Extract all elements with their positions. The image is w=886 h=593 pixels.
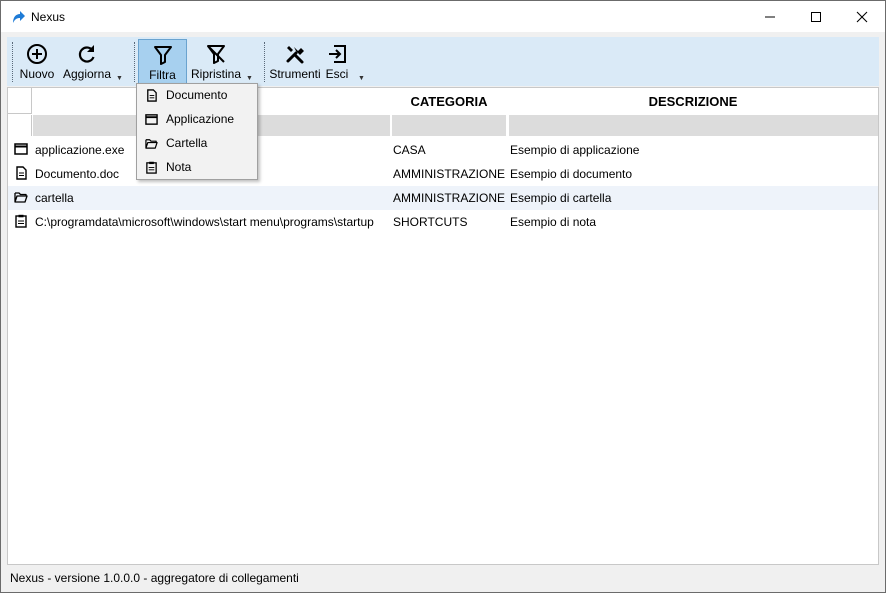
reset-dropdown-arrow[interactable]: ▼ xyxy=(246,75,253,82)
note-icon xyxy=(146,161,157,174)
refresh-icon xyxy=(78,45,95,63)
cell-description: Esempio di applicazione xyxy=(510,143,640,157)
document-icon xyxy=(16,166,27,180)
column-header-category[interactable]: CATEGORIA xyxy=(391,88,507,114)
status-text: Nexus - versione 1.0.0.0 - aggregatore d… xyxy=(10,571,299,585)
filter-label: Filtra xyxy=(149,68,176,82)
table-row[interactable]: C:\programdata\microsoft\windows\start m… xyxy=(8,210,878,234)
toolbar-overflow-arrow[interactable]: ▼ xyxy=(358,75,365,82)
menu-item-document[interactable]: Documento xyxy=(137,84,257,108)
reset-filter-button[interactable]: Ripristina xyxy=(189,39,243,83)
cell-category: AMMINISTRAZIONE xyxy=(393,191,506,205)
cell-category: AMMINISTRAZIONE xyxy=(393,167,506,181)
filter-cell-category[interactable] xyxy=(392,115,506,136)
cell-name: C:\programdata\microsoft\windows\start m… xyxy=(35,215,374,229)
menu-item-label: Cartella xyxy=(166,136,208,150)
clear-filter-icon xyxy=(207,45,225,64)
menu-item-label: Documento xyxy=(166,88,228,102)
cell-name: applicazione.exe xyxy=(35,143,125,157)
filter-dropdown-menu: Documento Applicazione Cartella Nota xyxy=(136,83,258,180)
cell-category: SHORTCUTS xyxy=(393,215,468,229)
cell-category: CASA xyxy=(393,143,426,157)
app-logo-icon xyxy=(13,11,25,23)
cell-description: Esempio di cartella xyxy=(510,191,612,205)
table-row[interactable]: cartella AMMINISTRAZIONE Esempio di cart… xyxy=(8,186,878,210)
note-icon xyxy=(15,214,27,228)
filter-cell-description[interactable] xyxy=(509,115,878,136)
minimize-button[interactable] xyxy=(747,1,793,32)
new-label: Nuovo xyxy=(19,67,55,81)
cell-name: cartella xyxy=(35,191,74,205)
folder-icon xyxy=(145,139,158,149)
plus-circle-icon xyxy=(27,44,47,64)
tools-icon xyxy=(286,46,304,64)
filter-icon xyxy=(153,46,172,65)
window-title: Nexus xyxy=(31,10,66,24)
folder-icon xyxy=(14,192,28,203)
exit-icon xyxy=(329,45,346,63)
toolbar-separator xyxy=(134,42,135,82)
grid-corner-header[interactable] xyxy=(8,88,32,114)
exit-label: Esci xyxy=(325,67,349,81)
exit-button[interactable]: Esci xyxy=(324,39,350,83)
toolbar: Nuovo Aggiorna ▼ Filtra Ripristina ▼ Str… xyxy=(7,37,879,86)
tools-button[interactable]: Strumenti xyxy=(268,39,322,83)
menu-item-note[interactable]: Nota xyxy=(137,156,257,180)
close-button[interactable] xyxy=(839,1,885,32)
filter-button[interactable]: Filtra xyxy=(138,39,187,85)
toolbar-separator xyxy=(12,42,13,82)
tools-label: Strumenti xyxy=(269,67,321,81)
column-header-description[interactable]: DESCRIZIONE xyxy=(508,88,878,114)
document-icon xyxy=(147,89,157,102)
cell-name: Documento.doc xyxy=(35,167,120,181)
toolbar-separator xyxy=(264,42,265,82)
menu-item-label: Applicazione xyxy=(166,112,235,126)
new-button[interactable]: Nuovo xyxy=(17,39,57,83)
refresh-label: Aggiorna xyxy=(62,67,112,81)
maximize-icon xyxy=(811,12,821,22)
menu-item-label: Nota xyxy=(166,160,192,174)
cell-description: Esempio di nota xyxy=(510,215,597,229)
minimize-icon xyxy=(765,16,775,18)
close-icon xyxy=(856,11,868,23)
menu-item-application[interactable]: Applicazione xyxy=(137,108,257,132)
maximize-button[interactable] xyxy=(793,1,839,32)
refresh-button[interactable]: Aggiorna xyxy=(59,39,115,83)
status-bar: Nexus - versione 1.0.0.0 - aggregatore d… xyxy=(7,567,879,589)
refresh-dropdown-arrow[interactable]: ▼ xyxy=(116,75,123,82)
title-bar: Nexus xyxy=(1,1,885,32)
menu-item-folder[interactable]: Cartella xyxy=(137,132,257,156)
reset-label: Ripristina xyxy=(190,67,241,81)
cell-description: Esempio di documento xyxy=(510,167,633,181)
app-window: Nexus Nuovo Aggiorna ▼ Filtra Ripristina… xyxy=(0,0,886,593)
application-icon xyxy=(14,143,28,155)
filter-row-header xyxy=(8,115,32,136)
application-icon xyxy=(145,114,158,125)
